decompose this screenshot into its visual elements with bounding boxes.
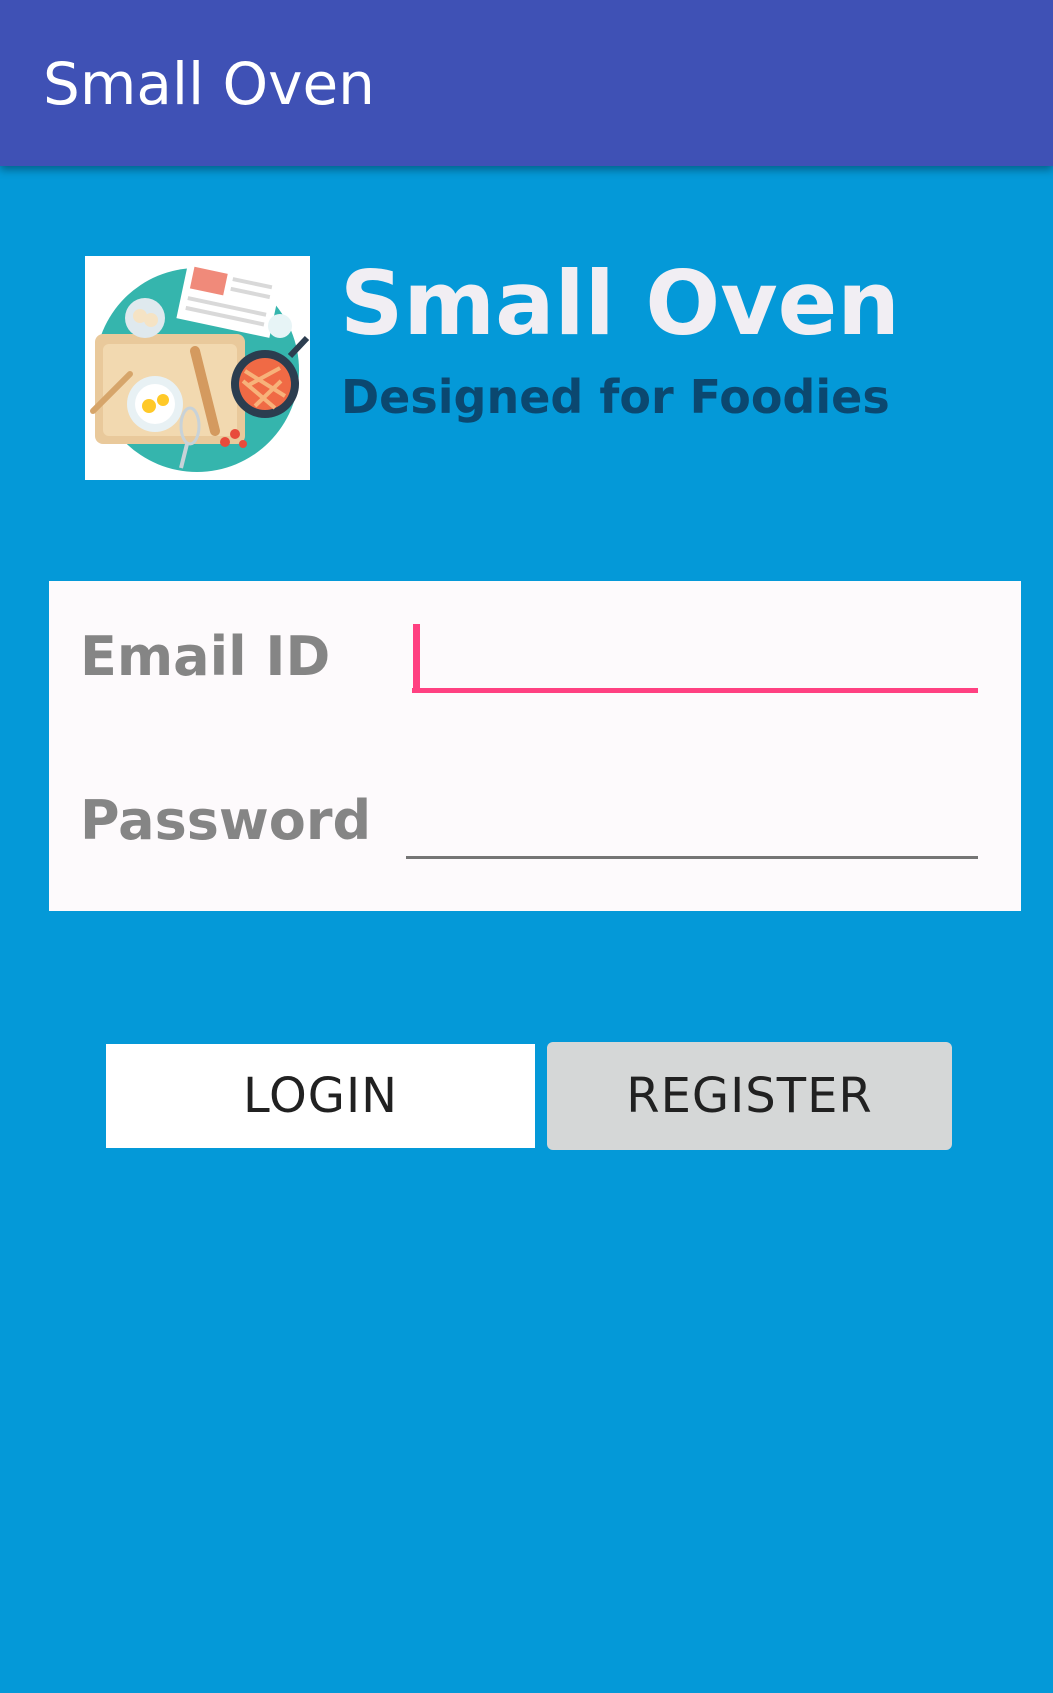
text-cursor bbox=[413, 624, 420, 688]
brand-subtitle: Designed for Foodies bbox=[341, 370, 890, 424]
email-label: Email ID bbox=[80, 625, 331, 688]
register-button[interactable]: REGISTER bbox=[547, 1042, 952, 1150]
main-content: Small Oven Designed for Foodies Email ID… bbox=[0, 166, 1053, 1693]
login-button[interactable]: LOGIN bbox=[106, 1044, 535, 1148]
email-field[interactable] bbox=[412, 621, 978, 693]
brand-title: Small Oven bbox=[340, 252, 900, 355]
app-bar: Small Oven bbox=[0, 0, 1053, 166]
password-field[interactable] bbox=[406, 787, 978, 859]
app-bar-title: Small Oven bbox=[43, 50, 375, 118]
cooking-table-illustration-icon bbox=[85, 256, 310, 480]
login-form: Email ID Password bbox=[49, 581, 1021, 911]
password-label: Password bbox=[80, 789, 372, 852]
